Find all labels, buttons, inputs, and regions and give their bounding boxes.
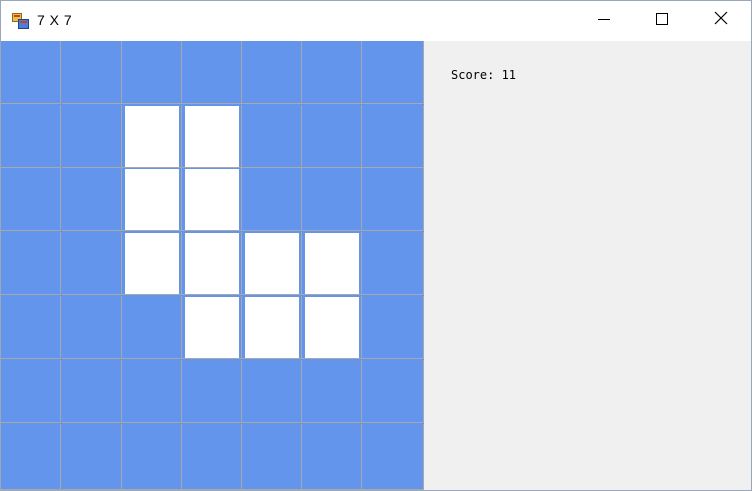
empty-cell[interactable] (1, 360, 61, 423)
minimize-button[interactable] (575, 1, 633, 40)
empty-cell[interactable] (182, 41, 242, 104)
empty-cell[interactable] (242, 360, 302, 423)
empty-cell[interactable] (362, 232, 424, 295)
filled-cell[interactable] (122, 232, 182, 295)
close-icon (714, 11, 728, 30)
empty-cell[interactable] (1, 232, 61, 295)
white-tile (305, 233, 359, 294)
filled-cell[interactable] (122, 105, 182, 168)
empty-cell[interactable] (302, 424, 362, 490)
empty-cell[interactable] (242, 424, 302, 490)
filled-cell[interactable] (302, 296, 362, 359)
empty-cell[interactable] (362, 360, 424, 423)
score-label: Score: 11 (451, 68, 517, 82)
empty-cell[interactable] (1, 296, 61, 359)
white-tile (125, 106, 179, 167)
white-tile (245, 233, 299, 294)
empty-cell[interactable] (242, 168, 302, 231)
white-tile (185, 169, 239, 230)
filled-cell[interactable] (242, 232, 302, 295)
empty-cell[interactable] (362, 105, 424, 168)
empty-cell[interactable] (122, 296, 182, 359)
empty-cell[interactable] (362, 424, 424, 490)
empty-cell[interactable] (362, 41, 424, 104)
empty-cell[interactable] (62, 296, 122, 359)
filled-cell[interactable] (182, 168, 242, 231)
empty-cell[interactable] (302, 41, 362, 104)
title-bar[interactable]: 7 X 7 (1, 1, 751, 40)
empty-cell[interactable] (122, 41, 182, 104)
empty-cell[interactable] (182, 360, 242, 423)
close-button[interactable] (692, 1, 750, 40)
maximize-button[interactable] (633, 1, 691, 40)
empty-cell[interactable] (1, 168, 61, 231)
white-tile (305, 297, 359, 358)
white-tile (245, 297, 299, 358)
empty-cell[interactable] (242, 105, 302, 168)
client-area: Score: 11 (1, 41, 751, 490)
white-tile (185, 233, 239, 294)
empty-cell[interactable] (1, 105, 61, 168)
window-title: 7 X 7 (37, 12, 73, 28)
empty-cell[interactable] (62, 41, 122, 104)
empty-cell[interactable] (62, 360, 122, 423)
empty-cell[interactable] (302, 360, 362, 423)
empty-cell[interactable] (362, 296, 424, 359)
filled-cell[interactable] (182, 296, 242, 359)
empty-cell[interactable] (302, 105, 362, 168)
white-tile (185, 297, 239, 358)
empty-cell[interactable] (122, 360, 182, 423)
empty-cell[interactable] (1, 41, 61, 104)
empty-cell[interactable] (362, 168, 424, 231)
empty-cell[interactable] (242, 41, 302, 104)
filled-cell[interactable] (242, 296, 302, 359)
filled-cell[interactable] (182, 105, 242, 168)
empty-cell[interactable] (62, 232, 122, 295)
empty-cell[interactable] (62, 168, 122, 231)
filled-cell[interactable] (302, 232, 362, 295)
empty-cell[interactable] (122, 424, 182, 490)
white-tile (125, 233, 179, 294)
app-window-icon[interactable] (12, 12, 30, 30)
empty-cell[interactable] (182, 424, 242, 490)
empty-cell[interactable] (62, 105, 122, 168)
game-window: 7 X 7 Score: 11 (0, 0, 752, 491)
filled-cell[interactable] (182, 232, 242, 295)
white-tile (185, 106, 239, 167)
game-board[interactable] (1, 41, 424, 490)
white-tile (125, 169, 179, 230)
empty-cell[interactable] (302, 168, 362, 231)
minimize-icon (598, 12, 610, 30)
empty-cell[interactable] (1, 424, 61, 490)
empty-cell[interactable] (62, 424, 122, 490)
filled-cell[interactable] (122, 168, 182, 231)
maximize-icon (656, 12, 668, 30)
